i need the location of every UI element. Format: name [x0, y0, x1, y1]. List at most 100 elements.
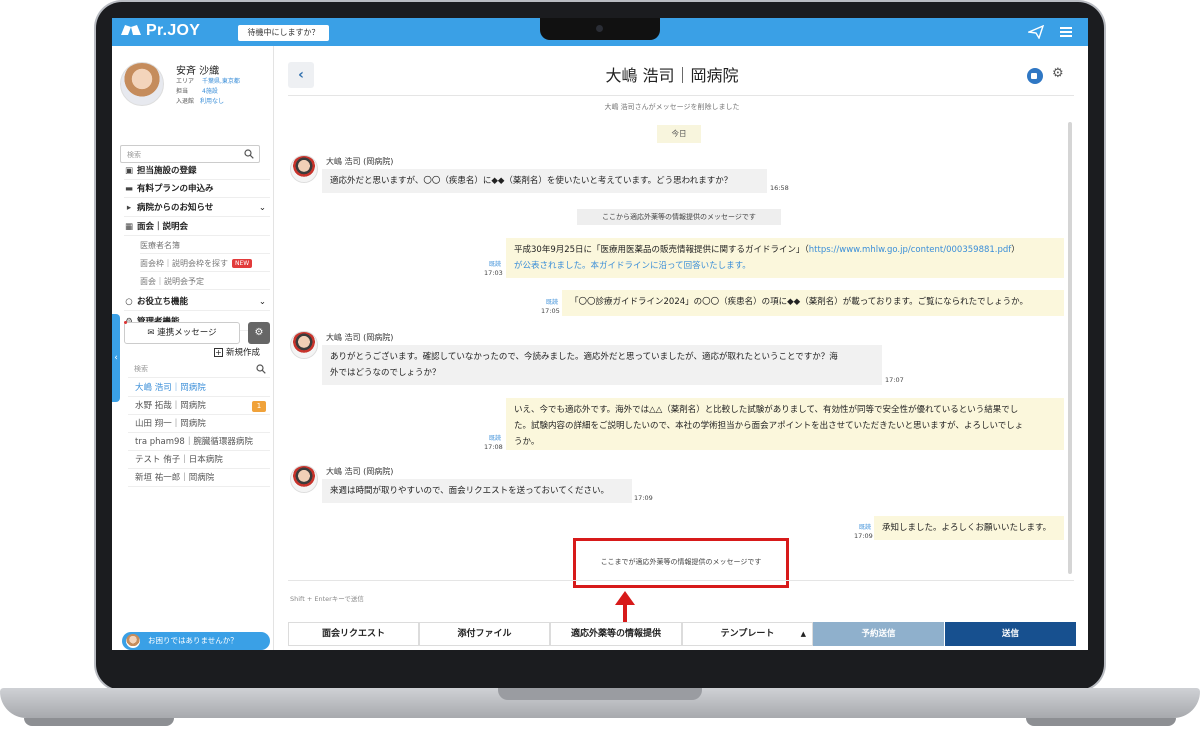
offlabel-info-button[interactable]: 適応外薬等の情報提供 — [550, 622, 682, 646]
nav-facility-registration[interactable]: ▣ 担当施設の登録 — [124, 163, 270, 180]
contact-item[interactable]: テスト 侑子｜日本病院 — [128, 451, 270, 469]
meeting-request-button[interactable]: 面会リクエスト — [288, 622, 419, 646]
help-button[interactable]: お困りではありませんか？ — [122, 632, 270, 650]
user-name: 安斉 沙織 — [176, 66, 220, 77]
hamburger-menu-icon[interactable] — [1058, 25, 1074, 39]
video-call-icon[interactable] — [1027, 68, 1043, 84]
message-time: 17:05 — [541, 307, 560, 315]
logo-text: Pr.JOY — [146, 22, 201, 39]
megaphone-icon: ▸ — [126, 203, 132, 213]
sub-staff-directory[interactable]: 医療者名簿 — [140, 237, 270, 254]
chat-panel: 大嶋 浩司｜岡病院 ‹ ⚙ 大嶋 浩司さんがメッセージを削除しました 今日 大嶋… — [284, 58, 1078, 650]
read-status: 既読 — [546, 299, 559, 306]
card-icon: ▬ — [124, 184, 134, 194]
sender-name: 大嶋 浩司 (岡病院) — [326, 333, 394, 342]
contact-item[interactable]: 山田 翔一｜岡病院 — [128, 415, 270, 433]
sender-avatar — [290, 331, 318, 359]
sub-find-slots[interactable]: 面会枠｜説明会枠を探す NEW — [140, 255, 270, 272]
linked-message-button[interactable]: ✉ 連携メッセージ — [124, 321, 240, 344]
message-time: 17:09 — [854, 532, 873, 540]
collapse-tab[interactable]: ‹ — [112, 314, 120, 402]
message-time: 17:07 — [885, 376, 904, 384]
contact-item[interactable]: 新垣 祐一郎｜岡病院 — [128, 469, 270, 487]
user-profile[interactable]: 安斉 沙織 エリア 千葉県,東京都 担当 4施設 入退館 利用なし — [120, 62, 270, 110]
offlabel-start-notice: ここから適応外薬等の情報提供のメッセージです — [577, 209, 781, 225]
deleted-notice: 大嶋 浩司さんがメッセージを削除しました — [604, 103, 740, 111]
date-separator: 今日 — [657, 125, 701, 143]
chat-toolbar: 面会リクエスト 添付ファイル 適応外薬等の情報提供 テンプレート ▲ 予約送信 送… — [288, 622, 1076, 646]
unread-count-badge: 1 — [252, 401, 266, 412]
attach-file-button[interactable]: 添付ファイル — [419, 622, 550, 646]
profile-entry: 入退館 利用なし — [176, 98, 225, 105]
message-compose-input[interactable]: Shift + Enterキーで送信 — [288, 580, 1074, 620]
sub-meeting-schedule[interactable]: 面会｜説明会予定 — [140, 273, 270, 290]
profile-role: 担当 4施設 — [176, 88, 218, 95]
calendar-icon: ▦ — [124, 222, 134, 232]
send-button[interactable]: 送信 — [945, 622, 1076, 646]
paper-plane-icon[interactable] — [1028, 25, 1044, 39]
plus-icon: + — [214, 348, 223, 357]
chevron-down-icon[interactable]: ⌄ — [259, 200, 266, 217]
sender-name: 大嶋 浩司 (岡病院) — [326, 467, 394, 476]
message-bubble: ありがとうございます。確認していなかったので、今読みました。適応外だと思っていま… — [322, 345, 882, 385]
message-time: 17:09 — [634, 494, 653, 502]
read-status: 既読 — [859, 524, 872, 531]
nav-paid-plan[interactable]: ▬ 有料プランの申込み — [124, 181, 270, 198]
search-icon — [244, 149, 254, 159]
nav-hospital-notices[interactable]: ▸ 病院からのお知らせ ⌄ — [124, 200, 270, 217]
read-status: 既読 — [489, 435, 502, 442]
read-status: 既読 — [489, 261, 502, 268]
profile-area: エリア 千葉県,東京都 — [176, 78, 240, 85]
nav-useful-features[interactable]: ○ お役立ち機能 ⌄ — [124, 294, 270, 311]
sidebar: 安斉 沙織 エリア 千葉県,東京都 担当 4施設 入退館 利用なし 検索 ▣ 担当施設の… — [112, 46, 274, 650]
search-icon — [256, 364, 266, 374]
message-bubble: 承知しました。よろしくお願いいたします。 — [874, 516, 1064, 540]
sender-avatar — [290, 465, 318, 493]
laptop-foot-left — [24, 718, 174, 726]
caret-up-icon: ▲ — [800, 630, 806, 638]
contact-item[interactable]: 大嶋 浩司｜岡病院 — [128, 379, 270, 397]
settings-icon[interactable]: ⚙ — [248, 322, 270, 344]
guideline-link[interactable]: https://www.mhlw.go.jp/content/000359881… — [809, 245, 1011, 255]
laptop-groove — [498, 688, 702, 700]
message-bubble: いえ、今でも適応外です。海外では△△（薬剤名）と比較した試験がありまして、有効性… — [506, 398, 1064, 450]
chevron-left-icon: ‹ — [114, 353, 118, 363]
camera-icon — [596, 25, 603, 32]
chevron-left-icon: ‹ — [298, 67, 304, 83]
sender-avatar — [290, 155, 318, 183]
message-time: 17:08 — [484, 443, 503, 451]
message-time: 17:03 — [484, 269, 503, 277]
schedule-send-button[interactable]: 予約送信 — [813, 622, 944, 646]
back-button[interactable]: ‹ — [288, 62, 314, 88]
chevron-down-icon[interactable]: ⌄ — [259, 294, 266, 311]
sender-name: 大嶋 浩司 (岡病院) — [326, 157, 394, 166]
chat-scrollbar[interactable] — [1068, 122, 1072, 574]
hospital-icon: ▣ — [124, 166, 134, 176]
message-bubble: 適応外だと思いますが、〇〇（疾患名）に◆◆（薬剤名）を使いたいと考えています。ど… — [322, 169, 767, 193]
message-bubble: 「〇〇診療ガイドライン2024」の〇〇（疾患名）の項に◆◆（薬剤名）が載っており… — [562, 290, 1064, 316]
gear-icon[interactable]: ⚙ — [1052, 66, 1064, 81]
app-logo[interactable]: Pr.JOY — [120, 22, 200, 40]
user-avatar — [120, 62, 164, 106]
standby-button[interactable]: 待機中にしますか？ — [238, 25, 329, 41]
message-time: 16:58 — [770, 184, 789, 192]
nav-meetings[interactable]: ▦ 面会｜説明会 — [124, 219, 270, 236]
sidebar-search-input[interactable]: 検索 — [120, 145, 260, 163]
camera-notch — [540, 18, 660, 40]
help-avatar — [126, 634, 140, 648]
lightbulb-icon: ○ — [125, 297, 133, 307]
template-button[interactable]: テンプレート ▲ — [682, 622, 813, 646]
logo-book-icon — [121, 25, 141, 35]
contact-item[interactable]: tra pham98｜腕臓循環器病院 — [128, 433, 270, 451]
message-bubble: 来週は時間が取りやすいので、面会リクエストを送っておいてください。 — [322, 479, 632, 503]
app-screen: Pr.JOY 待機中にしますか？ 安斉 沙織 エリア 千葉県,東京都 担当 4施設 … — [112, 18, 1088, 650]
new-badge: NEW — [232, 259, 253, 268]
notification-dot — [124, 321, 127, 324]
message-bubble: 平成30年9月25日に「医療用医薬品の販売情報提供に関するガイドライン」（htt… — [506, 238, 1064, 278]
envelope-icon: ✉ — [147, 328, 155, 338]
header-divider — [288, 95, 1074, 96]
chat-title: 大嶋 浩司｜岡病院 — [605, 66, 739, 85]
new-create-button[interactable]: + 新規作成 — [214, 346, 260, 358]
contact-search-input[interactable]: 検索 — [128, 360, 270, 378]
contact-item[interactable]: 水野 拓哉｜岡病院 1 — [128, 397, 270, 415]
